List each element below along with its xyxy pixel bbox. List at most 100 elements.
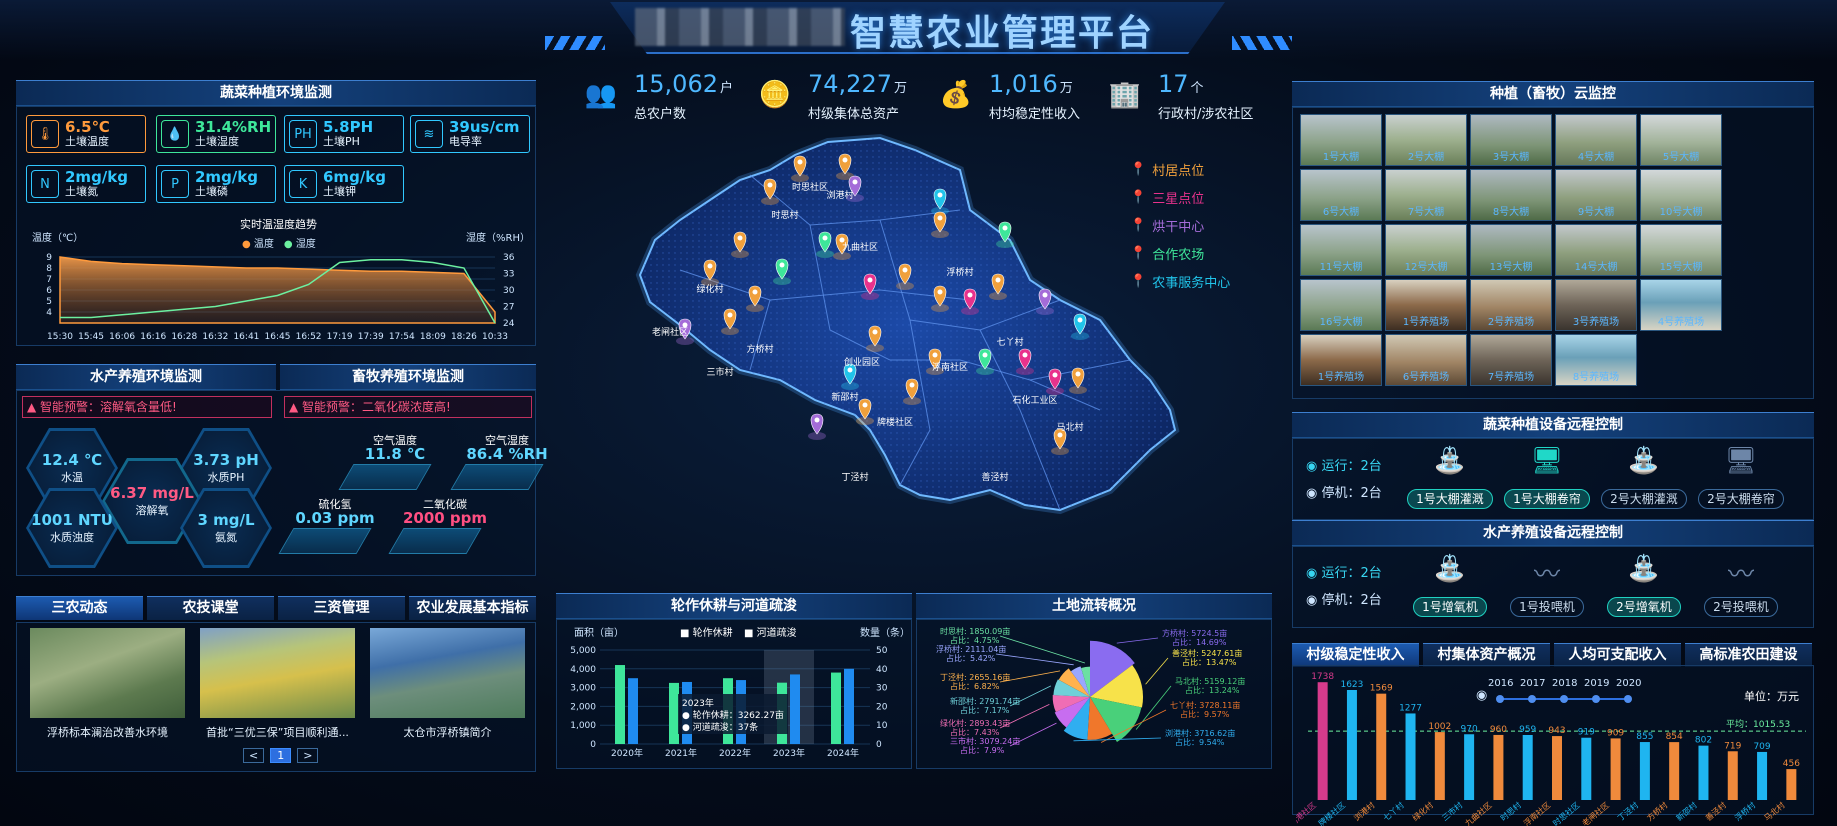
pie-pct: 占比：9.54% [1175,737,1225,747]
news-caption[interactable]: 浮桥标本澜治改善水环境 [20,724,195,740]
temp-axis-label: 温度（℃） [32,233,84,244]
device-control[interactable]: 2号大棚卷帘 [1695,488,1787,509]
bar-income [1464,734,1475,800]
pager-next[interactable]: > [297,748,319,763]
pager-current[interactable]: 1 [270,748,292,763]
place-label: 时思社区 [792,181,828,193]
news-caption[interactable]: 太仓市浮桥镇简介 [360,724,535,740]
camera-feed[interactable]: 14号大棚 [1555,224,1637,276]
place-label: 老闸社区 [652,326,688,338]
camera-feed[interactable]: 13号大棚 [1470,224,1552,276]
device-toggle[interactable]: 1号大棚卷帘 [1504,489,1590,509]
legend-label: 合作农场 [1152,248,1205,263]
bar-value: 802 [1695,736,1712,746]
legend-2[interactable]: 📍 烘干中心 [1130,216,1204,235]
news-tab[interactable]: 三农动态 [16,596,143,620]
place-label: 九曲社区 [842,241,878,253]
legend-1[interactable]: 📍 三星点位 [1130,188,1204,207]
camera-feed[interactable]: 9号大棚 [1555,169,1637,221]
legend-rotation: ■ 轮作休耕 [680,626,733,639]
sensor-text: 2mg/kg 土壤磷 [195,169,258,199]
x-tick: 18:09 [420,332,446,342]
sensor-label: 土壤氮 [65,185,98,198]
camera-feed[interactable]: 7号大棚 [1385,169,1467,221]
x-tick: 老闸社区 [1580,800,1611,826]
legend-4[interactable]: 📍 农事服务中心 [1130,272,1230,291]
camera-feed[interactable]: 11号大棚 [1300,224,1382,276]
news-tab[interactable]: 农业发展基本指标 [409,596,536,620]
x-tick: 马北村 [1762,800,1787,823]
device-control[interactable]: 2号投喂机 [1695,596,1787,617]
tooltip: 2023年● 轮作休耕：3262.27亩● 河道疏浚：37条 [678,694,788,734]
camera-label: 1号养殖场 [1317,372,1365,383]
device-control[interactable]: 1号投喂机 [1501,596,1593,617]
camera-feed[interactable]: 10号大棚 [1640,169,1722,221]
x-tick: 16:16 [140,332,166,342]
income-tab[interactable]: 人均可支配收入 [1554,643,1681,667]
device-control[interactable]: 1号大棚灌溉 [1404,488,1496,509]
bar-rotation [831,672,841,744]
place-label: 时思村 [771,209,798,221]
pager-prev[interactable]: < [243,748,265,763]
camera-feed[interactable]: 16号大棚 [1300,279,1382,331]
stat-value: 74,227 万 [808,70,907,98]
aqua-env-title: 水产养殖环境监测 [16,364,276,390]
camera-feed[interactable]: 15号大棚 [1640,224,1722,276]
camera-label: 6号养殖场 [1402,372,1450,383]
news-caption[interactable]: 首批“三优三保”项目顺利通... [190,724,365,740]
income-tab[interactable]: 村级稳定性收入 [1292,643,1419,667]
income-tab[interactable]: 村集体资产概况 [1423,643,1550,667]
bar-value: 909 [1607,728,1624,738]
camera-label: 13号大棚 [1489,262,1533,273]
device-control[interactable]: 2号大棚灌溉 [1598,488,1690,509]
camera-feed[interactable]: 12号大棚 [1385,224,1467,276]
y-tick-right: 30 [503,286,515,296]
camera-feed[interactable]: 1号养殖场 [1385,279,1467,331]
camera-feed[interactable]: 2号大棚 [1385,114,1467,166]
device-control[interactable]: 1号增氧机 [1404,596,1496,617]
news-thumbnail[interactable] [370,628,525,718]
camera-feed[interactable]: 8号大棚 [1470,169,1552,221]
series-temp [59,256,496,324]
place-label: 七丫村 [996,336,1023,348]
news-tab[interactable]: 三资管理 [278,596,405,620]
device-toggle[interactable]: 1号投喂机 [1510,597,1584,617]
camera-feed[interactable]: 8号养殖场 [1555,334,1637,386]
device-toggle[interactable]: 2号投喂机 [1704,597,1778,617]
device-control[interactable]: 1号大棚卷帘 [1501,488,1593,509]
district-map[interactable]: 浏港村时思社区时思村九曲社区浮桥村绿化村老闸社区方桥村三市村 创业园区 浮南社区 七丫… [630,130,1190,530]
camera-feed[interactable]: 4号大棚 [1555,114,1637,166]
legend-3[interactable]: 📍 合作农场 [1130,244,1204,263]
camera-feed[interactable]: 1号大棚 [1300,114,1382,166]
camera-feed[interactable]: 2号养殖场 [1470,279,1552,331]
device-control[interactable]: 2号增氧机 [1598,596,1690,617]
camera-feed[interactable]: 7号养殖场 [1470,334,1552,386]
news-thumbnail[interactable] [200,628,355,718]
aqua-metric-label: 溶解氧 [135,504,169,517]
stat-label: 村均稳定性收入 [989,107,1081,122]
x-tick: 18:26 [451,332,477,342]
camera-feed[interactable]: 3号养殖场 [1555,279,1637,331]
camera-feed[interactable]: 6号大棚 [1300,169,1382,221]
camera-feed[interactable]: 3号大棚 [1470,114,1552,166]
device-toggle[interactable]: 2号大棚卷帘 [1698,489,1784,509]
pie-leader [999,635,1086,664]
place-label: 三市村 [706,366,733,378]
sensor-card: K 6mg/kg 土壤钾 [284,165,404,203]
device-toggle[interactable]: 1号大棚灌溉 [1407,489,1493,509]
news-thumbnail[interactable] [30,628,185,718]
camera-label: 15号大棚 [1659,262,1703,273]
camera-feed[interactable]: 1号养殖场 [1300,334,1382,386]
income-tab[interactable]: 高标准农田建设 [1685,643,1812,667]
camera-label: 5号大棚 [1662,152,1700,163]
news-tab[interactable]: 农技课堂 [147,596,274,620]
device-toggle[interactable]: 1号增氧机 [1413,597,1487,617]
stat-label: 村级集体总资产 [808,107,900,122]
camera-feed[interactable]: 6号养殖场 [1385,334,1467,386]
camera-feed[interactable]: 4号养殖场 [1640,279,1722,331]
device-toggle[interactable]: 2号大棚灌溉 [1601,489,1687,509]
camera-feed[interactable]: 5号大棚 [1640,114,1722,166]
device-toggle[interactable]: 2号增氧机 [1607,597,1681,617]
stat-money-bag-icon: 💰 [939,80,973,110]
legend-0[interactable]: 📍 村居点位 [1130,160,1204,179]
